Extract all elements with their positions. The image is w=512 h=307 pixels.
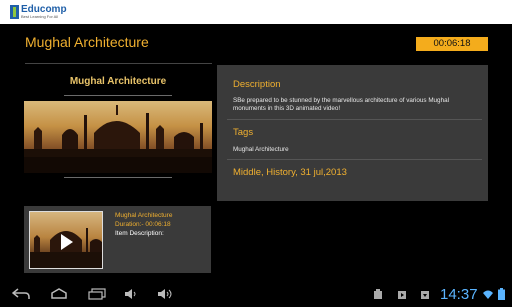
page-title: Mughal Architecture	[25, 34, 149, 50]
meta-info: Middle, History, 31 jul,2013	[233, 167, 347, 178]
status-clock: 14:37	[440, 286, 478, 303]
app-top-bar: Educomp Best Learning For All	[0, 0, 512, 24]
tags-text: Mughal Architecture	[233, 146, 289, 153]
preview-title: Mughal Architecture	[69, 76, 167, 87]
video-timer: 00:06:18	[416, 37, 488, 51]
header-divider	[25, 63, 212, 64]
video-list-item[interactable]: Mughal Architecture Duration:- 00:06:18 …	[24, 206, 211, 273]
media-icon[interactable]	[397, 288, 407, 300]
battery-icon	[497, 288, 505, 300]
video-preview[interactable]: Mughal Architecture	[24, 65, 212, 201]
notification-icon[interactable]	[373, 288, 383, 300]
play-icon[interactable]	[61, 234, 73, 250]
download-icon[interactable]	[420, 288, 430, 300]
details-panel: Description SBe prepared to be stunned b…	[217, 65, 488, 201]
logo-mark-icon	[10, 5, 19, 19]
recent-apps-icon[interactable]	[86, 285, 108, 303]
wifi-icon	[482, 288, 494, 300]
description-heading: Description	[233, 79, 281, 90]
list-item-duration: Duration:- 00:06:18	[115, 221, 171, 228]
tags-divider	[227, 159, 482, 160]
back-icon[interactable]	[10, 285, 32, 303]
preview-divider-top	[64, 95, 172, 96]
home-icon[interactable]	[48, 285, 70, 303]
preview-divider-bottom	[64, 177, 172, 178]
educomp-logo: Educomp Best Learning For All	[10, 4, 67, 20]
page-header: Mughal Architecture 00:06:18	[0, 24, 512, 64]
list-item-title: Mughal Architecture	[115, 212, 173, 219]
volume-down-icon[interactable]	[122, 285, 140, 303]
android-navigation-bar: 14:37	[0, 281, 512, 307]
list-item-description: Item Description:	[115, 230, 164, 237]
volume-up-icon[interactable]	[156, 285, 174, 303]
description-text: SBe prepared to be stunned by the marvel…	[233, 97, 449, 112]
description-divider	[227, 119, 482, 120]
video-thumbnail[interactable]	[29, 211, 103, 269]
monument-image[interactable]	[24, 101, 212, 173]
tags-heading: Tags	[233, 127, 254, 138]
monument-silhouette	[24, 105, 212, 173]
logo-tagline: Best Learning For All	[21, 14, 59, 19]
